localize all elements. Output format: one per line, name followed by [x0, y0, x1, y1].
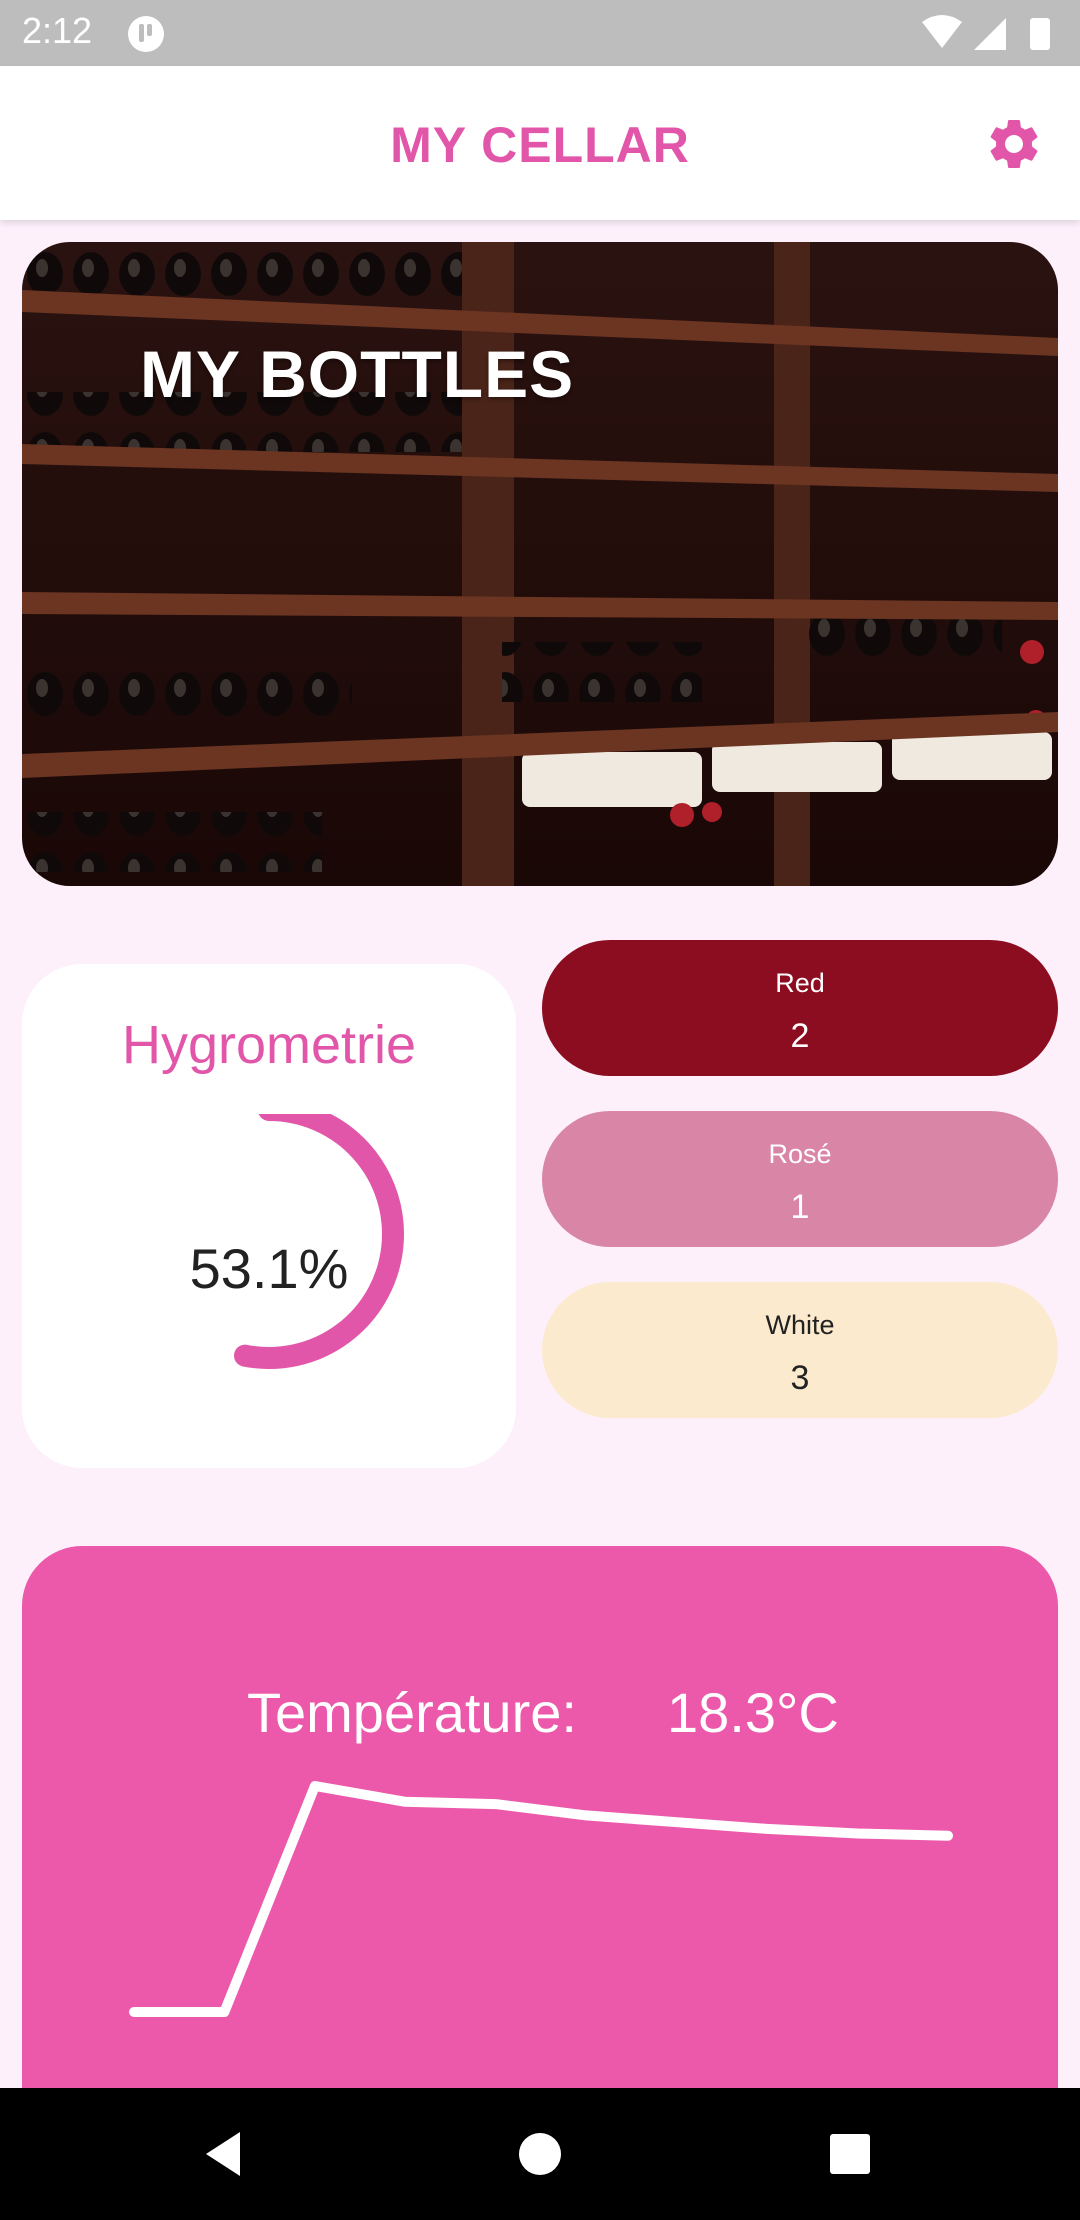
white-wine-count: 3 [790, 1359, 810, 1397]
battery-icon [1030, 18, 1050, 50]
red-wine-label: Red [775, 968, 825, 998]
red-wine-count: 2 [790, 1017, 810, 1055]
status-bar: 2:12 [0, 0, 1080, 66]
my-bottles-title: MY BOTTLES [140, 337, 575, 411]
rose-wine-label: Rosé [768, 1139, 832, 1169]
hygrometrie-card: Hygrometrie 53.1% [22, 964, 516, 1468]
white-wine-label: White [765, 1310, 835, 1340]
home-icon[interactable] [510, 2124, 570, 2184]
app-notification-icon [128, 16, 164, 52]
app-title: MY CELLAR [390, 117, 690, 173]
temperature-chart [129, 1781, 953, 2017]
rose-wine-count: 1 [790, 1188, 810, 1226]
navigation-bar [0, 2088, 1080, 2220]
status-time: 2:12 [22, 10, 93, 51]
hygrometrie-title: Hygrometrie [121, 1015, 417, 1075]
red-wine-button[interactable]: Red 2 [542, 940, 1058, 1076]
white-wine-button[interactable]: White 3 [542, 1282, 1058, 1418]
wifi-icon [922, 15, 962, 48]
back-icon[interactable] [196, 2124, 256, 2184]
recents-icon[interactable] [820, 2124, 880, 2184]
my-bottles-card[interactable]: MY BOTTLES [22, 242, 1058, 886]
temperature-line [129, 1781, 953, 2017]
gear-icon[interactable] [984, 114, 1044, 174]
temperature-value: 18.3°C [667, 1681, 839, 1744]
temperature-label: Température: [247, 1681, 577, 1744]
app-bar: MY CELLAR [0, 66, 1080, 220]
rose-wine-button[interactable]: Rosé 1 [542, 1111, 1058, 1247]
signal-icon [974, 18, 1006, 50]
status-icons [922, 15, 1050, 50]
hygrometrie-value: 53.1% [189, 1237, 349, 1300]
